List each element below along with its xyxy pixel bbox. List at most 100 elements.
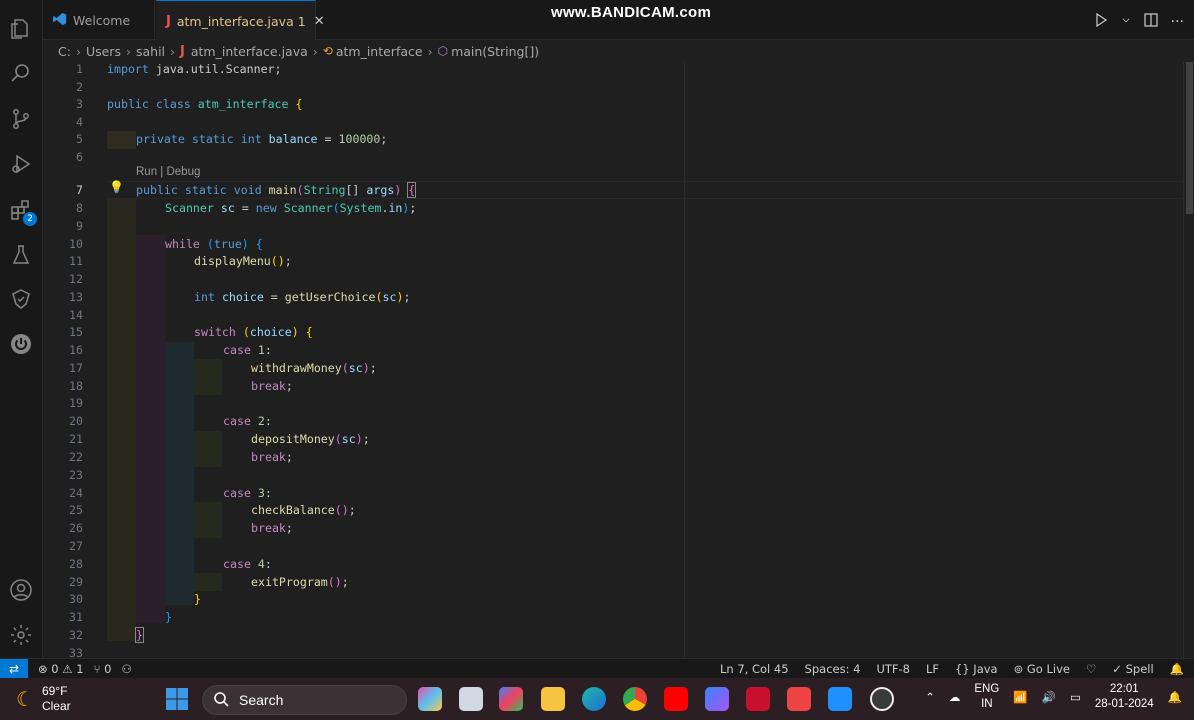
clock-date: 28-01-2024	[1094, 698, 1154, 710]
token: case	[223, 414, 251, 428]
code-line-10: while (true) {	[165, 237, 263, 251]
spell-button[interactable]: ✓ Spell	[1112, 662, 1153, 676]
chevron-up-icon[interactable]: ⌃	[925, 690, 935, 704]
feedback-icon[interactable]: ♡	[1086, 662, 1096, 676]
remote-indicator-icon[interactable]: ⇄	[0, 658, 28, 679]
token: ;	[369, 361, 377, 375]
copilot-icon[interactable]	[418, 687, 442, 711]
store-icon[interactable]	[499, 687, 523, 711]
scrollbar-thumb[interactable]	[1186, 62, 1193, 214]
search-icon	[213, 691, 229, 710]
token: (	[296, 183, 304, 197]
power-icon[interactable]	[8, 331, 34, 357]
token: choice	[221, 290, 264, 304]
run-debug-icon[interactable]	[8, 151, 34, 177]
warning-icon: ⚠	[62, 661, 73, 676]
token: class	[155, 97, 191, 111]
token: ;	[284, 254, 292, 268]
token: }	[135, 627, 144, 643]
lightbulb-icon[interactable]: 💡	[109, 180, 124, 194]
testing-icon[interactable]	[8, 242, 34, 268]
line-number: 33	[69, 646, 83, 658]
code-line-17: withdrawMoney(sc);	[251, 361, 377, 375]
task-view-icon[interactable]	[459, 687, 483, 711]
debug-icon[interactable]: ⚇	[121, 662, 131, 676]
close-icon[interactable]: ✕	[314, 14, 325, 29]
breadcrumb-class[interactable]: atm_interface	[336, 44, 423, 59]
token: (	[206, 237, 214, 251]
token: case	[223, 486, 251, 500]
token: ;	[341, 575, 349, 589]
breadcrumb-user[interactable]: sahil	[136, 44, 165, 59]
indent-guide	[194, 431, 222, 467]
line-number: 13	[69, 290, 83, 304]
chevron-down-icon[interactable]	[1121, 12, 1131, 32]
line-number: 27	[69, 539, 83, 553]
bandicam-record-icon[interactable]	[870, 687, 894, 711]
battery-icon[interactable]: ▭	[1070, 690, 1081, 704]
language-indicator[interactable]: ENG IN	[974, 682, 999, 712]
run-icon[interactable]	[1093, 12, 1109, 32]
explorer-icon[interactable]	[8, 16, 34, 42]
line-number: 4	[76, 115, 83, 129]
token: sc	[348, 361, 363, 375]
chrome-browser-icon[interactable]	[623, 687, 647, 711]
line-number: 3	[76, 97, 83, 111]
file-explorer-icon[interactable]	[541, 687, 565, 711]
split-editor-icon[interactable]	[1143, 12, 1159, 32]
end-of-line[interactable]: LF	[926, 662, 939, 676]
problems-indicator[interactable]: ⊗ 0 ⚠ 1	[38, 662, 84, 676]
onedrive-cloud-icon[interactable]: ☁	[949, 690, 961, 704]
tab-welcome[interactable]: Welcome	[43, 0, 155, 40]
encoding[interactable]: UTF-8	[876, 662, 910, 676]
search-icon[interactable]	[8, 60, 34, 86]
breadcrumb-method[interactable]: main(String[])	[451, 44, 539, 59]
account-icon[interactable]	[8, 577, 34, 603]
breadcrumb-drive[interactable]: C:	[58, 44, 71, 59]
token: public	[136, 183, 178, 197]
vscode-taskbar-icon[interactable]	[828, 687, 852, 711]
volume-icon[interactable]: 🔊	[1042, 690, 1056, 704]
token: Scanner	[283, 201, 333, 215]
ports-indicator[interactable]: ⑂ 0	[94, 662, 112, 676]
remote-explorer-icon[interactable]	[8, 286, 34, 312]
extensions-icon[interactable]: 2	[8, 197, 37, 226]
line-number: 30	[69, 592, 83, 606]
notification-icon[interactable]: 🔔	[1168, 690, 1182, 704]
settings-gear-icon[interactable]	[8, 622, 34, 648]
anydesk-icon[interactable]	[787, 687, 811, 711]
edge-browser-icon[interactable]	[582, 687, 606, 711]
editor-scrollbar[interactable]	[1183, 62, 1194, 658]
breadcrumb-file[interactable]: atm_interface.java	[191, 44, 308, 59]
source-control-icon[interactable]	[8, 106, 34, 132]
indentation[interactable]: Spaces: 4	[805, 662, 861, 676]
go-live-button[interactable]: ⊚ Go Live	[1014, 662, 1070, 676]
youtube-icon[interactable]	[664, 687, 688, 711]
start-windows-icon[interactable]	[165, 687, 189, 711]
token: ()	[334, 503, 349, 517]
method-symbol-icon: ⬡	[437, 44, 449, 58]
clock[interactable]: 22:01 28-01-2024	[1095, 682, 1154, 712]
indent-guide	[194, 573, 222, 591]
more-actions-icon[interactable]: ···	[1171, 14, 1184, 30]
app-icon[interactable]	[705, 687, 729, 711]
tab-welcome-label: Welcome	[73, 12, 131, 28]
wifi-icon[interactable]: 📶	[1013, 690, 1027, 704]
code-line-5: private static int balance = 100000;	[136, 132, 387, 146]
ports-icon: ⑂	[93, 661, 101, 676]
mcafee-icon[interactable]	[746, 687, 770, 711]
breadcrumb-users[interactable]: Users	[86, 44, 121, 59]
cursor-position[interactable]: Ln 7, Col 45	[720, 662, 789, 676]
token: ;	[362, 432, 370, 446]
language-mode[interactable]: {} Java	[955, 662, 998, 676]
weather-widget[interactable]: ☾ 69°F Clear	[16, 684, 71, 714]
line-number: 7	[76, 183, 83, 197]
lang-bottom: IN	[981, 698, 993, 710]
run-debug-codelens[interactable]: Run | Debug	[136, 166, 200, 178]
tab-atm-interface[interactable]: J atm_interface.java 1 ✕	[156, 0, 325, 41]
code-line-16: case 1:	[223, 343, 272, 357]
language-label: Java	[973, 662, 998, 676]
notifications-bell-icon[interactable]: 🔔	[1170, 662, 1184, 676]
code-editor[interactable]: 1 2 3 4 5 6 7 8 9 10 11 12 13 14 15 16 17 18 19 20 21 22 23 24 2…	[43, 62, 1183, 658]
taskbar-search[interactable]: Search	[202, 685, 407, 715]
